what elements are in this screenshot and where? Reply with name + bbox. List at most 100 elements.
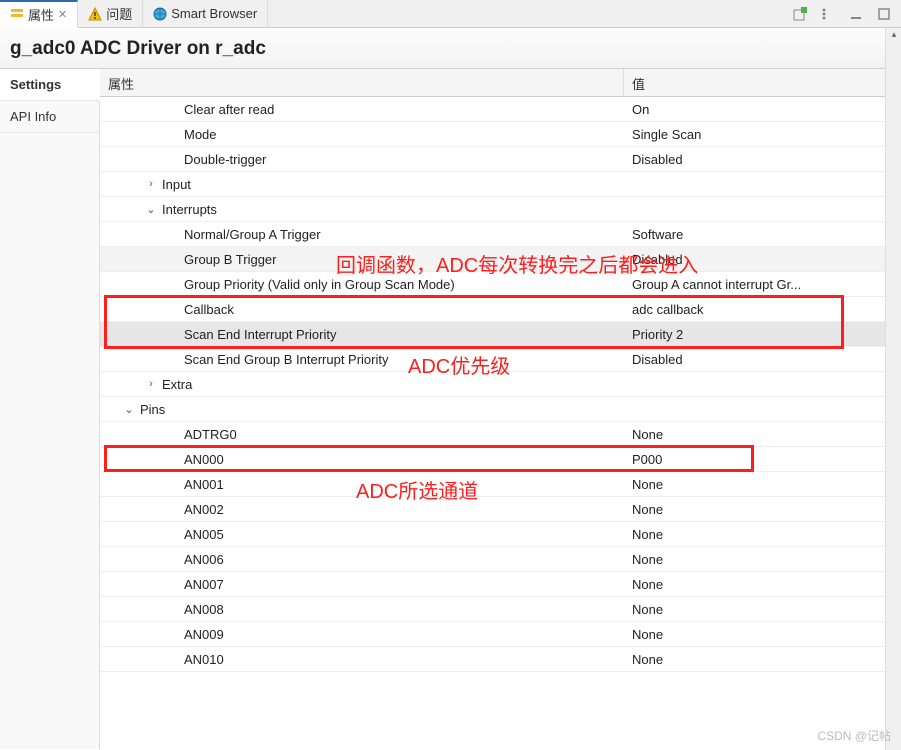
chevron-right-icon[interactable]: ›	[144, 378, 158, 390]
property-value-cell[interactable]: Disabled	[624, 252, 901, 267]
property-name-cell: ·Group B Trigger	[100, 252, 624, 267]
chevron-right-icon[interactable]: ›	[144, 178, 158, 190]
tab-problems[interactable]: 问题	[78, 0, 143, 28]
spacer-icon: ·	[166, 653, 180, 665]
sidebar-tab-api[interactable]: API Info	[0, 101, 99, 133]
grid-header: 属性 值	[100, 69, 901, 97]
property-value-cell[interactable]: None	[624, 652, 901, 667]
property-value-cell[interactable]: Software	[624, 227, 901, 242]
property-row[interactable]: ⌄ Pins	[100, 397, 901, 422]
property-name: Clear after read	[184, 102, 274, 117]
property-value-cell[interactable]: Disabled	[624, 352, 901, 367]
property-name: Scan End Group B Interrupt Priority	[184, 352, 388, 367]
maximize-icon[interactable]	[877, 7, 891, 21]
property-name: Scan End Interrupt Priority	[184, 327, 336, 342]
property-row[interactable]: ·Group B TriggerDisabled	[100, 247, 901, 272]
property-value-cell[interactable]: adc callback	[624, 302, 901, 317]
property-name-cell: ·AN005	[100, 527, 624, 542]
property-row[interactable]: · Mode Single Scan	[100, 122, 901, 147]
property-value-cell[interactable]: None	[624, 627, 901, 642]
chevron-down-icon[interactable]: ⌄	[122, 403, 136, 416]
property-value-cell[interactable]: Single Scan	[624, 127, 901, 142]
main-area: Settings API Info 属性 值 · Clear after read…	[0, 69, 901, 749]
property-name-cell: ·Double-trigger	[100, 152, 624, 167]
property-row[interactable]: ·Clear after readOn	[100, 97, 901, 122]
property-name: AN000	[184, 452, 224, 467]
warning-icon	[88, 7, 102, 21]
property-name-cell: ·Group Priority (Valid only in Group Sca…	[100, 277, 624, 292]
property-name: Mode	[184, 127, 217, 142]
watermark: CSDN @记帖	[817, 727, 891, 744]
property-value-cell[interactable]: None	[624, 552, 901, 567]
property-row[interactable]: ·Scan End Interrupt PriorityPriority 2	[100, 322, 901, 347]
property-name: AN007	[184, 577, 224, 592]
new-view-icon[interactable]	[793, 7, 807, 21]
tab-properties[interactable]: 属性 ✕	[0, 0, 78, 28]
tab-smart-browser[interactable]: Smart Browser	[143, 0, 268, 28]
property-value-cell[interactable]: None	[624, 602, 901, 617]
property-row[interactable]: · Scan End Group B Interrupt Priority Disa…	[100, 347, 901, 372]
property-row[interactable]: › Input	[100, 172, 901, 197]
sidebar-tab-settings[interactable]: Settings	[0, 69, 100, 101]
property-name: Extra	[162, 377, 192, 392]
property-value-cell[interactable]: None	[624, 527, 901, 542]
property-row[interactable]: ·AN009None	[100, 622, 901, 647]
property-row[interactable]: · AN006 None	[100, 547, 901, 572]
property-row[interactable]: ·AN001None	[100, 472, 901, 497]
property-name: AN010	[184, 652, 224, 667]
property-row[interactable]: ·AN005None	[100, 522, 901, 547]
property-name: AN009	[184, 627, 224, 642]
grid-body[interactable]: ·Clear after readOn·ModeSingle Scan·Doub…	[100, 97, 901, 749]
property-row[interactable]: ·AN008None	[100, 597, 901, 622]
property-name-cell: · AN000	[100, 452, 624, 467]
property-value-cell[interactable]: None	[624, 577, 901, 592]
property-row[interactable]: ·Callbackadc callback	[100, 297, 901, 322]
property-name-cell: ⌄ Pins	[100, 402, 624, 417]
spacer-icon: ·	[166, 353, 180, 365]
property-value-cell[interactable]: Disabled	[624, 152, 901, 167]
chevron-down-icon[interactable]: ⌄	[144, 203, 158, 216]
scroll-gutter[interactable]: ▴	[885, 69, 901, 749]
spacer-icon: ·	[166, 128, 180, 140]
property-name: Callback	[184, 302, 234, 317]
property-row[interactable]: ·Group Priority (Valid only in Group Sca…	[100, 272, 901, 297]
property-name-cell: · AN006	[100, 552, 624, 567]
property-value-cell[interactable]: Priority 2	[624, 327, 901, 342]
property-value-cell[interactable]: Group A cannot interrupt Gr...	[624, 277, 901, 292]
view-tabs: 属性 ✕ 问题 Smart Browser	[0, 0, 901, 28]
property-value-cell[interactable]: None	[624, 502, 901, 517]
property-name: Pins	[140, 402, 165, 417]
spacer-icon: ·	[166, 478, 180, 490]
property-name-cell: ⌄Interrupts	[100, 202, 624, 217]
menu-icon[interactable]	[821, 7, 835, 21]
properties-panel: 属性 值 · Clear after read On · Mode Single Scan…	[100, 69, 901, 749]
property-row[interactable]: › Extra	[100, 372, 901, 397]
minimize-icon[interactable]	[849, 7, 863, 21]
property-name: AN006	[184, 552, 224, 567]
spacer-icon: ·	[166, 453, 180, 465]
property-row[interactable]: ·Double-triggerDisabled	[100, 147, 901, 172]
spacer-icon: ·	[166, 553, 180, 565]
spacer-icon: ·	[166, 253, 180, 265]
property-value-cell[interactable]: None	[624, 427, 901, 442]
property-row[interactable]: · AN010 None	[100, 647, 901, 672]
property-value-cell[interactable]: On	[624, 102, 901, 117]
property-row[interactable]: ⌄Interrupts	[100, 197, 901, 222]
property-name: Normal/Group A Trigger	[184, 227, 321, 242]
property-name-cell: ·AN009	[100, 627, 624, 642]
header-property[interactable]: 属性	[100, 69, 624, 96]
property-row[interactable]: ·AN002None	[100, 497, 901, 522]
property-name-cell: · AN010	[100, 652, 624, 667]
property-value-cell[interactable]: None	[624, 477, 901, 492]
property-value-cell[interactable]: P000	[624, 452, 901, 467]
spacer-icon: ·	[166, 278, 180, 290]
property-row[interactable]: ·Normal/Group A TriggerSoftware	[100, 222, 901, 247]
spacer-icon: ·	[166, 503, 180, 515]
property-row[interactable]: ·AN007None	[100, 572, 901, 597]
property-name-cell: ·AN007	[100, 577, 624, 592]
property-row[interactable]: ·ADTRG0None	[100, 422, 901, 447]
property-row[interactable]: · AN000 P000	[100, 447, 901, 472]
property-name: Input	[162, 177, 191, 192]
close-icon[interactable]: ✕	[58, 8, 67, 21]
header-value[interactable]: 值	[624, 69, 901, 96]
